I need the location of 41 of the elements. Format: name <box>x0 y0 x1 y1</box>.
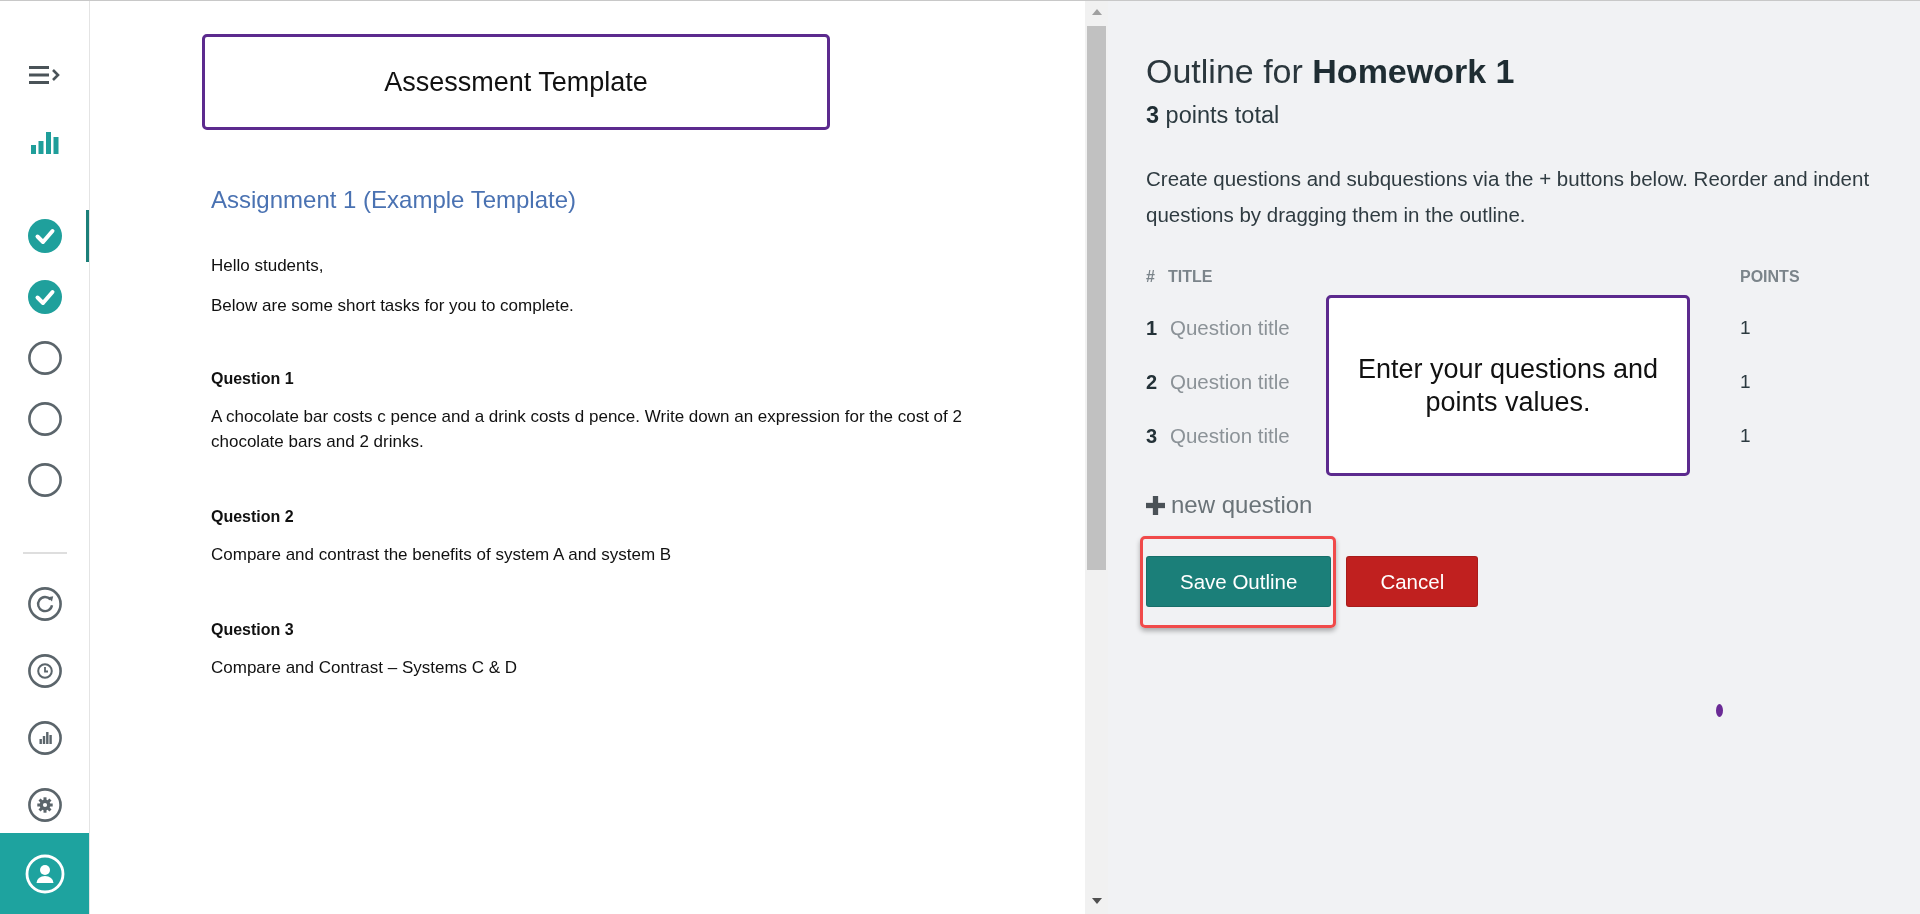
column-header: # <box>1146 267 1155 287</box>
column-header: POINTS <box>1740 267 1800 287</box>
question-text: Compare and Contrast – Systems C & D <box>211 657 519 679</box>
points-field[interactable]: 1 <box>1740 424 1754 448</box>
oval-marker-icon <box>1716 704 1723 717</box>
new-question-button[interactable]: new question <box>1146 490 1313 520</box>
save-button[interactable]: Save Outline <box>1146 556 1332 607</box>
question-title-field[interactable]: Question title <box>1170 314 1306 342</box>
account-button[interactable] <box>0 833 89 914</box>
annotation-callout: Enter your questions and points values. <box>1326 295 1690 476</box>
menu-icon[interactable] <box>29 66 60 84</box>
question-heading: Question 2 <box>211 507 294 527</box>
greeting-text: Hello students, <box>211 256 324 276</box>
question-title-field[interactable]: Question title <box>1170 368 1306 396</box>
question-text: A chocolate bar costs c pence and a drink costs d pence. Write down an expression for the cost of 2 chocolate bars and 2 drinks. <box>211 406 963 453</box>
column-header: TITLE <box>1168 267 1213 287</box>
outline-title: Outline for Homework 1 <box>1146 51 1515 91</box>
points-field[interactable]: 1 <box>1740 370 1754 394</box>
user-icon <box>24 853 65 894</box>
plus-icon <box>1146 495 1165 515</box>
question-heading: Question 1 <box>211 369 294 389</box>
intro-text: Below are some short tasks for you to complete. <box>211 296 574 316</box>
scroll-down-icon[interactable] <box>1091 898 1102 904</box>
refresh-icon[interactable] <box>27 587 62 621</box>
question-number: 3 <box>1146 424 1158 448</box>
settings-icon[interactable] <box>27 788 62 822</box>
clock-icon[interactable] <box>27 654 62 688</box>
annotation-callout: Assessment Template <box>202 34 830 130</box>
question-title-field[interactable]: Question title <box>1170 422 1306 450</box>
scrollbar-thumb[interactable] <box>1087 26 1106 570</box>
document-title: Assignment 1 (Example Template) <box>211 185 577 215</box>
instructions-text: Create questions and subquestions via the + buttons below. Reorder and indent questions by dragging them in the outline. <box>1146 166 1871 228</box>
question-heading: Question 3 <box>211 620 294 640</box>
cancel-button[interactable]: Cancel <box>1346 556 1479 607</box>
bar-chart-icon[interactable] <box>27 721 62 755</box>
bar-chart-icon[interactable] <box>30 132 59 154</box>
points-field[interactable]: 1 <box>1740 316 1754 340</box>
points-total: 3 points total <box>1146 102 1280 128</box>
question-text: Compare and contrast the benefits of system A and system B <box>211 544 673 566</box>
question-number: 2 <box>1146 370 1158 394</box>
question-number: 1 <box>1146 316 1158 340</box>
